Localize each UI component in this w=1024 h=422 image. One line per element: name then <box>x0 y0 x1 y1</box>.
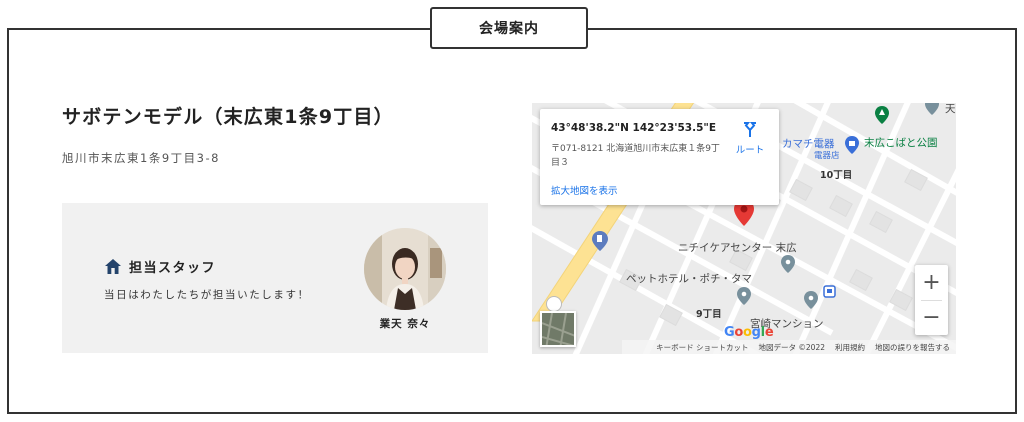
map-data-text: 地図データ ©2022 <box>758 342 825 352</box>
home-icon <box>105 259 121 274</box>
map-coordinates: 43°48'38.2"N 142°23'53.5"E <box>551 122 717 134</box>
zoom-out-button[interactable]: − <box>915 300 948 335</box>
staff-avatar <box>364 228 446 310</box>
map-label-block9: 9丁目 <box>696 309 722 320</box>
keyboard-shortcuts-link[interactable]: キーボード ショートカット <box>656 342 748 353</box>
staff-note: 当日はわたしたちが担当いたします！ <box>104 289 310 301</box>
zoom-in-button[interactable]: + <box>915 265 948 300</box>
map-label-store-sub: 電器店 <box>814 151 840 161</box>
directions-icon <box>744 122 756 137</box>
map-address: 〒071-8121 北海道旭川市末広東１条9丁目３ <box>551 144 720 168</box>
route-button[interactable]: ルート <box>730 121 770 156</box>
venue-title: サボテンモデル（末広東1条9丁目） <box>62 106 394 128</box>
google-logo: Google <box>724 325 774 340</box>
map-label-block10: 10丁目 <box>820 170 853 181</box>
staff-heading: 担当スタッフ <box>104 257 216 276</box>
route-label: ルート <box>735 145 765 156</box>
map-label-care-center[interactable]: ニチイケアセンター 末広 <box>678 240 797 255</box>
map-embed[interactable]: カマチ電器 電器店 末広こばと公園 10丁目 ニチイケアセンター 末広 ペットホ… <box>532 103 956 354</box>
section-title: 会場案内 <box>430 7 588 49</box>
map-label-corner: 天 <box>945 103 956 115</box>
map-label-park[interactable]: 末広こばと公園 <box>864 135 938 150</box>
map-info-card: 43°48'38.2"N 142°23'53.5"E 〒071-8121 北海道… <box>540 109 779 205</box>
staff-name: 業天 奈々 <box>379 318 431 330</box>
map-attribution: キーボード ショートカット 地図データ ©2022 利用規約 地図の誤りを報告す… <box>622 340 956 354</box>
enlarge-map-link[interactable]: 拡大地図を表示 <box>551 183 618 197</box>
staff-heading-label: 担当スタッフ <box>129 261 217 276</box>
zoom-divider <box>921 300 942 301</box>
satellite-toggle[interactable] <box>540 311 576 347</box>
terms-link[interactable]: 利用規約 <box>835 342 865 353</box>
report-error-link[interactable]: 地図の誤りを報告する <box>875 342 950 353</box>
zoom-control: + − <box>915 265 948 335</box>
staff-panel: 担当スタッフ 当日はわたしたちが担当いたします！ 業天 奈々 <box>62 203 488 353</box>
venue-address: 旭川市末広東1条9丁目3-8 <box>62 151 220 165</box>
street-view-icon[interactable] <box>546 296 562 312</box>
map-label-pet-hotel[interactable]: ペットホテル・ポチ・タマ <box>626 271 752 286</box>
